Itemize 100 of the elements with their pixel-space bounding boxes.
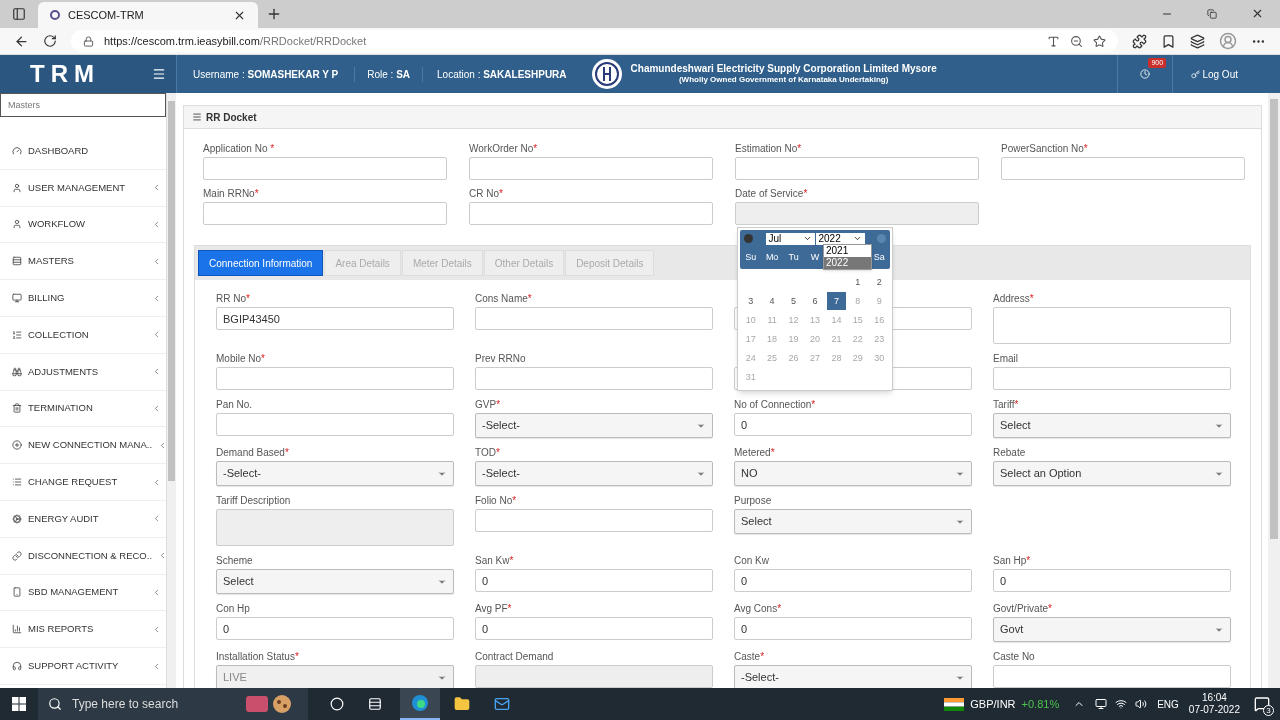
extensions-icon[interactable] [1132, 33, 1147, 49]
profile-icon[interactable] [1219, 32, 1237, 50]
back-icon[interactable] [14, 33, 29, 49]
notifications-icon[interactable] [1254, 696, 1270, 712]
calendar-day: 18 [762, 330, 782, 348]
sidebar-item[interactable]: ADJUSTMENTS [0, 353, 166, 391]
input-field[interactable]: 0 [993, 569, 1231, 592]
select-field[interactable]: Select [216, 569, 454, 594]
select-field[interactable]: -Select- [475, 461, 713, 486]
month-select[interactable]: Jul [765, 232, 815, 245]
mail-icon[interactable] [494, 696, 510, 712]
input-field[interactable]: 0 [475, 617, 713, 640]
input-field[interactable]: 0 [734, 413, 972, 436]
input-field[interactable] [216, 367, 454, 390]
calendar-day[interactable]: 1 [848, 273, 868, 291]
browser-app-icon[interactable] [400, 688, 440, 720]
input-field[interactable] [216, 413, 454, 436]
input-field[interactable]: 0 [734, 617, 972, 640]
search-field[interactable]: Masters [0, 93, 166, 117]
field-label: Avg Cons* [734, 602, 783, 616]
year-select[interactable]: 2022 [815, 232, 865, 245]
input-field[interactable]: 0 [734, 569, 972, 592]
input-field[interactable] [993, 367, 1231, 390]
calendar-day: 17 [741, 330, 761, 348]
select-field[interactable]: NO [734, 461, 972, 486]
calendar-day: 11 [762, 311, 782, 329]
input-field[interactable] [475, 307, 713, 330]
input-field[interactable] [475, 367, 713, 390]
year-option[interactable]: 2022 [824, 257, 871, 269]
task-view-icon[interactable] [368, 697, 382, 711]
calendar-day[interactable]: 3 [741, 292, 761, 310]
restore-icon[interactable] [1207, 9, 1217, 19]
input-field[interactable] [475, 509, 713, 532]
sidebar-item[interactable]: NEW CONNECTION MANA.. [0, 427, 166, 465]
sidebar-item[interactable]: ENERGY AUDIT [0, 500, 166, 538]
input-field[interactable] [469, 157, 713, 180]
logout-button[interactable]: Log Out [1173, 55, 1256, 93]
sidebar-item[interactable]: MASTERS [0, 243, 166, 281]
input-field[interactable] [735, 157, 979, 180]
close-icon[interactable] [1251, 7, 1264, 20]
input-field[interactable]: 0 [216, 617, 454, 640]
input-field[interactable] [993, 665, 1231, 688]
favorite-icon[interactable] [1093, 34, 1106, 48]
select-field[interactable]: Govt [993, 617, 1231, 642]
taskbar-search-field[interactable]: Type here to search [38, 688, 308, 720]
collections-icon[interactable] [1190, 33, 1205, 49]
select-field[interactable]: Select an Option [993, 461, 1231, 486]
calendar-day[interactable]: 5 [784, 292, 804, 310]
select-field[interactable]: -Select- [216, 461, 454, 486]
tab-actions-icon[interactable] [12, 7, 26, 21]
sidebar-item[interactable]: USER MANAGEMENT [0, 169, 166, 207]
reload-icon[interactable] [43, 34, 57, 48]
calendar-day[interactable]: 2 [869, 273, 889, 291]
calendar-day[interactable]: 6 [805, 292, 825, 310]
sidebar-item[interactable]: MIS REPORTS [0, 611, 166, 649]
address-bar[interactable]: https://cescom.trm.ieasybill.com/RRDocket/RRDocket [71, 30, 1118, 52]
sidebar-item[interactable]: TERMINATION [0, 390, 166, 428]
input-field[interactable]: BGIP43450 [216, 307, 454, 330]
ticker-change: +0.81% [1021, 696, 1060, 712]
tab[interactable]: Connection Information [198, 250, 324, 276]
menu-item-icon [12, 624, 22, 635]
new-tab-icon[interactable] [266, 6, 282, 22]
select-field[interactable]: -Select- [734, 665, 972, 688]
calendar-day[interactable]: 4 [762, 292, 782, 310]
select-field[interactable]: Select [734, 509, 972, 534]
menu-icon[interactable] [152, 67, 166, 81]
start-icon[interactable] [12, 697, 26, 711]
sidebar-item[interactable]: COLLECTION [0, 317, 166, 354]
input-field[interactable] [469, 202, 713, 225]
sidebar-item[interactable]: WORKFLOW [0, 206, 166, 244]
sidebar-item[interactable]: BILLING [0, 280, 166, 317]
input-field[interactable] [203, 202, 447, 225]
input-field[interactable]: 0 [475, 569, 713, 592]
menu-item-icon [12, 293, 22, 304]
zoom-out-icon[interactable] [1070, 34, 1083, 48]
page-scrollbar[interactable] [1268, 93, 1280, 688]
sidebar-scrollbar[interactable] [167, 93, 176, 688]
network-icon[interactable] [1115, 698, 1128, 710]
panel-title: RR Docket [206, 110, 257, 125]
select-field[interactable]: Select [993, 413, 1231, 438]
username-text: Username : SOMASHEKAR Y P [192, 67, 340, 82]
calendar-day[interactable]: 7 [826, 292, 846, 310]
clock-icon[interactable] [1140, 69, 1151, 79]
field-label: WorkOrder No* [469, 142, 539, 156]
sidebar-item[interactable]: SUPPORT ACTIVITY [0, 648, 166, 685]
folder-icon[interactable] [454, 696, 470, 712]
browser-tab[interactable]: CESCOM-TRM [38, 2, 258, 28]
year-option[interactable]: 2021 [824, 245, 871, 257]
favorites-icon[interactable] [1161, 33, 1176, 49]
sidebar-item[interactable]: DASHBOARD [0, 133, 166, 170]
sidebar-item[interactable]: SBD MANAGEMENT [0, 574, 166, 612]
input-field[interactable] [1001, 157, 1245, 180]
language-indicator[interactable]: ENG [1157, 696, 1179, 712]
calendar-day: 22 [848, 330, 868, 348]
input-field[interactable] [203, 157, 447, 180]
cortana-icon[interactable] [330, 697, 344, 711]
sidebar-item[interactable]: CHANGE REQUEST [0, 464, 166, 501]
select-field[interactable]: -Select- [475, 413, 713, 438]
sidebar-item[interactable]: DISCONNECTION & RECO.. [0, 537, 166, 575]
volume-icon[interactable] [1135, 698, 1148, 710]
